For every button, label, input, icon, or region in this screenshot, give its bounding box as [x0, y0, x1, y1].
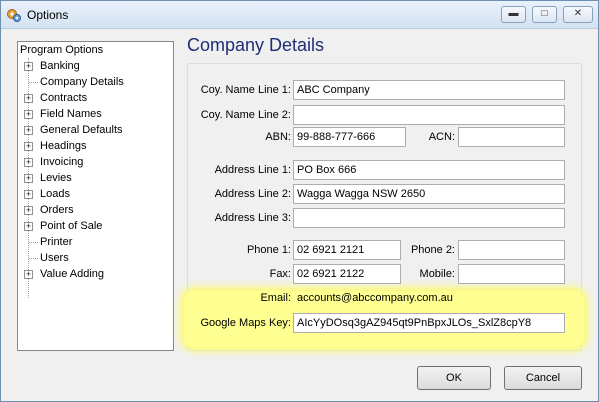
tree-item-printer[interactable]: Printer [18, 234, 173, 250]
maps-key-label: Google Maps Key: [200, 317, 292, 329]
expand-plus-icon[interactable]: + [24, 222, 33, 231]
company-name-line1-field[interactable]: ABC Company [293, 80, 565, 100]
google-maps-key-field[interactable]: AIcYyDOsq3gAZ945qt9PnBpxJLOs_SxlZ8cpY8 [293, 313, 565, 333]
address3-label: Address Line 3: [214, 212, 291, 224]
mobile-label: Mobile: [419, 268, 455, 280]
expand-plus-icon[interactable]: + [24, 110, 33, 119]
address1-label: Address Line 1: [214, 164, 291, 176]
close-button[interactable]: ✕ [563, 6, 593, 23]
fax-field[interactable]: 02 6921 2122 [293, 264, 401, 284]
phone2-label: Phone 2: [410, 244, 455, 256]
expand-plus-icon[interactable]: + [24, 190, 33, 199]
tree-item-label: Printer [40, 236, 73, 248]
tree-item-label: General Defaults [40, 124, 123, 136]
expand-plus-icon[interactable]: + [24, 142, 33, 151]
tree-item-orders[interactable]: + Orders [18, 202, 173, 218]
phone2-field[interactable] [458, 240, 565, 260]
minimize-button[interactable]: ▬ [501, 6, 526, 23]
phone1-field[interactable]: 02 6921 2121 [293, 240, 401, 260]
maximize-button[interactable]: □ [532, 6, 557, 23]
tree-item-contracts[interactable]: + Contracts [18, 90, 173, 106]
tree-item-company-details[interactable]: Company Details [18, 74, 173, 90]
app-gear-icon [7, 9, 21, 22]
tree-item-label: Orders [40, 204, 74, 216]
tree-item-label: Invoicing [40, 156, 84, 168]
close-icon: ✕ [573, 8, 583, 19]
fax-label: Fax: [269, 268, 291, 280]
expand-plus-icon[interactable]: + [24, 206, 33, 215]
name1-label: Coy. Name Line 1: [200, 84, 291, 96]
tree-branch-line [29, 242, 38, 243]
tree-item-label: Levies [40, 172, 72, 184]
tree-item-users[interactable]: Users [18, 250, 173, 266]
acn-field[interactable] [458, 127, 565, 147]
tree-branch-line [29, 82, 38, 83]
tree-item-label: Headings [40, 140, 87, 152]
tree-item-general-defaults[interactable]: + General Defaults [18, 122, 173, 138]
tree-item-point-of-sale[interactable]: + Point of Sale [18, 218, 173, 234]
tree-item-label: Point of Sale [40, 220, 103, 232]
company-name-line2-field[interactable] [293, 105, 565, 125]
expand-plus-icon[interactable]: + [24, 158, 33, 167]
acn-label: ACN: [428, 131, 455, 143]
minimize-icon: ▬ [508, 8, 519, 19]
expand-plus-icon[interactable]: + [24, 174, 33, 183]
tree-item-banking[interactable]: + Banking [18, 58, 173, 74]
tree-branch-line [29, 258, 38, 259]
tree-item-label: Field Names [40, 108, 102, 120]
email-label: Email: [260, 292, 291, 304]
tree-root-label: Program Options [20, 44, 104, 56]
address-line1-field[interactable]: PO Box 666 [293, 160, 565, 180]
address-line2-field[interactable]: Wagga Wagga NSW 2650 [293, 184, 565, 204]
cancel-button[interactable]: Cancel [504, 366, 582, 390]
tree-item-value-adding[interactable]: + Value Adding [18, 266, 173, 282]
expand-plus-icon[interactable]: + [24, 62, 33, 71]
tree-item-label: Banking [40, 60, 80, 72]
tree-item-headings[interactable]: + Headings [18, 138, 173, 154]
tree-item-label: Users [40, 252, 69, 264]
expand-plus-icon[interactable]: + [24, 94, 33, 103]
tree-item-levies[interactable]: + Levies [18, 170, 173, 186]
address-line3-field[interactable] [293, 208, 565, 228]
tree-item-label: Value Adding [40, 268, 105, 280]
mobile-field[interactable] [458, 264, 565, 284]
email-field[interactable]: accounts@abccompany.com.au [293, 288, 565, 308]
title-bar[interactable]: Options ▬ □ ✕ [1, 1, 598, 29]
tree-item-label: Company Details [40, 76, 124, 88]
tree-item-label: Loads [40, 188, 70, 200]
tree-item-label: Contracts [40, 92, 88, 104]
page-title: Company Details [187, 35, 325, 55]
maximize-icon: □ [541, 8, 548, 19]
window-title: Options [27, 8, 69, 22]
tree-root-program-options[interactable]: Program Options [18, 42, 173, 58]
tree-item-loads[interactable]: + Loads [18, 186, 173, 202]
options-tree[interactable]: Program Options + Banking Company Detail… [17, 41, 174, 351]
expand-plus-icon[interactable]: + [24, 126, 33, 135]
tree-item-invoicing[interactable]: + Invoicing [18, 154, 173, 170]
phone1-label: Phone 1: [246, 244, 291, 256]
expand-plus-icon[interactable]: + [24, 270, 33, 279]
abn-label: ABN: [265, 131, 291, 143]
name2-label: Coy. Name Line 2: [200, 109, 291, 121]
options-window: Options ▬ □ ✕ Program Options + Banking … [0, 0, 599, 402]
address2-label: Address Line 2: [214, 188, 291, 200]
ok-button[interactable]: OK [417, 366, 491, 390]
tree-item-field-names[interactable]: + Field Names [18, 106, 173, 122]
abn-field[interactable]: 99-888-777-666 [293, 127, 406, 147]
